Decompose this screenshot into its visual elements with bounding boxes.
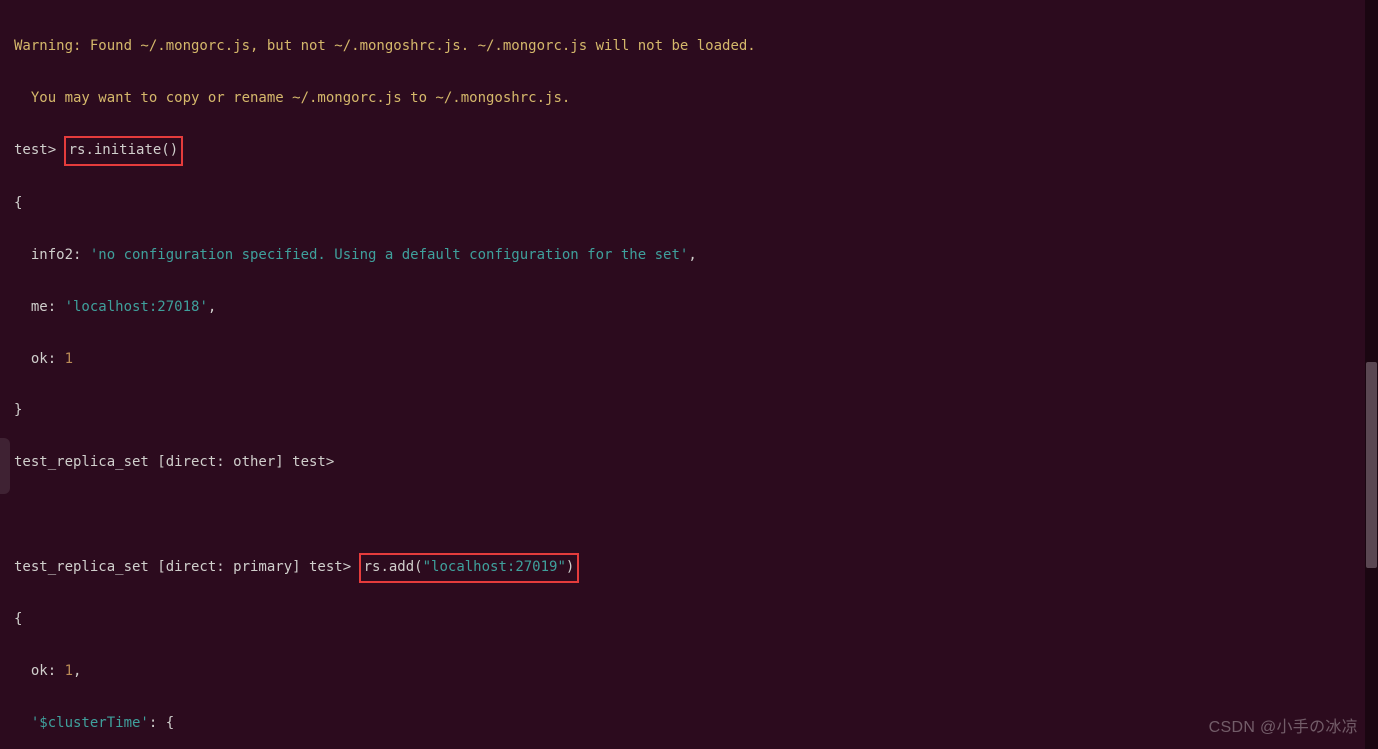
result1-me: me: 'localhost:27018',: [14, 295, 1364, 321]
terminal-output[interactable]: Warning: Found ~/.mongorc.js, but not ~/…: [0, 0, 1378, 749]
warning-line-1: Warning: Found ~/.mongorc.js, but not ~/…: [14, 34, 1364, 60]
blank-1: [14, 502, 1364, 528]
result2-open: {: [14, 607, 1364, 633]
prompt-initiate: test> rs.initiate(): [14, 137, 1364, 165]
result1-ok: ok: 1: [14, 347, 1364, 373]
prompt-other: test_replica_set [direct: other] test>: [14, 450, 1364, 476]
highlight-add-27019: rs.add("localhost:27019"): [359, 553, 580, 583]
watermark: CSDN @小手の冰凉: [1209, 713, 1358, 743]
result1-close: }: [14, 398, 1364, 424]
highlight-initiate: rs.initiate(): [64, 136, 184, 166]
result2-clustertime-key: '$clusterTime': {: [14, 711, 1364, 737]
result2-ok: ok: 1,: [14, 659, 1364, 685]
warning-line-2: You may want to copy or rename ~/.mongor…: [14, 86, 1364, 112]
prompt-add1: test_replica_set [direct: primary] test>…: [14, 554, 1364, 582]
scrollbar-track[interactable]: [1365, 0, 1378, 749]
side-handle[interactable]: [0, 438, 10, 494]
result1-info2: info2: 'no configuration specified. Usin…: [14, 243, 1364, 269]
scrollbar-thumb[interactable]: [1366, 362, 1377, 568]
result1-open: {: [14, 191, 1364, 217]
